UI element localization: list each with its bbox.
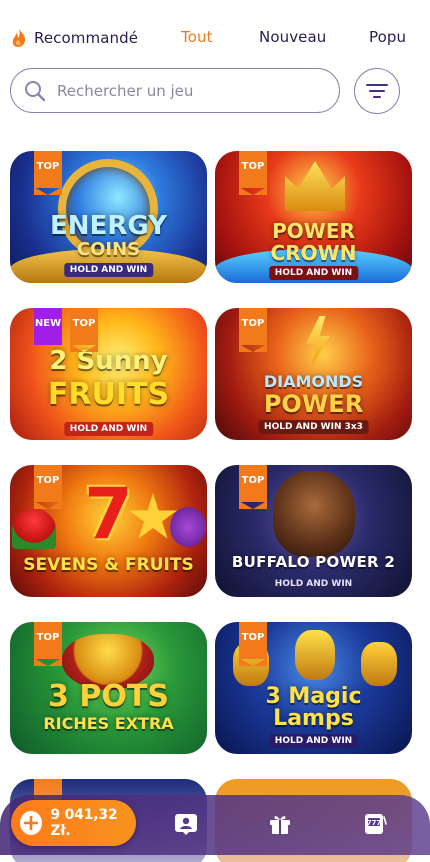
game-title-line2: CROWN [270,241,357,265]
game-subtitle: HOLD AND WIN 3x3 [258,420,369,434]
game-card-power-crown[interactable]: POWER CROWN HOLD AND WIN TOP [215,151,412,283]
watermelon-shape [12,509,56,549]
game-title-line1: 2 Sunny [49,346,168,376]
badge-top: TOP [70,308,98,352]
game-title-line2: FRUITS [47,377,170,412]
game-title-line1: POWER [272,219,355,243]
tab-nouveau[interactable]: Nouveau [259,28,326,46]
badge-new: NEW [34,308,62,345]
tab-popular[interactable]: Popu [369,28,406,46]
category-tabs: Recommandé Tout Nouveau Popu [0,0,430,68]
game-title-line1: 3 Magic [265,684,362,709]
game-title-line1: 3 POTS [48,679,169,714]
badge-top: TOP [239,308,267,352]
gift-icon[interactable] [266,810,294,838]
badge-top: TOP [34,465,62,509]
flame-icon [12,29,26,47]
tab-recommande-label: Recommandé [34,29,139,47]
search-input[interactable] [57,81,317,100]
game-title-line1: BUFFALO POWER 2 [231,553,396,571]
buffalo-shape [273,471,355,557]
profile-icon[interactable] [172,810,200,838]
badge-top: TOP [34,151,62,195]
game-card-diamonds-power[interactable]: DIAMONDS POWER HOLD AND WIN 3x3 TOP [215,308,412,440]
game-title-line2: RICHES EXTRA [43,714,174,733]
game-title-line2: POWER [263,390,364,418]
search-icon [25,80,46,101]
tab-tout[interactable]: Tout [181,28,213,46]
badge-top: TOP [239,622,267,666]
lamp-right [361,642,397,686]
search-box[interactable] [10,68,340,113]
game-subtitle: HOLD AND WIN [63,263,154,277]
game-title-line2: Lamps [273,706,354,731]
game-card-buffalo-power-2[interactable]: BUFFALO POWER 2 HOLD AND WIN TOP [215,465,412,597]
badge-top: TOP [34,622,62,666]
slots-icon[interactable]: 777 [360,810,388,838]
game-subtitle: HOLD AND WIN [274,579,353,589]
game-title-line2: SEVENS & FRUITS [23,555,194,575]
svg-text:777: 777 [367,819,382,827]
deposit-balance-button[interactable]: 9 041,32 Zł. [11,800,136,846]
tab-recommande[interactable]: Recommandé [10,28,138,48]
game-subtitle: HOLD AND WIN [268,734,359,748]
game-title-line1: DIAMONDS [263,372,364,391]
grapes-shape [170,507,206,547]
game-title-line1: ENERGY [50,211,167,241]
game-title-line2: COINS [76,239,141,260]
plus-icon [20,811,43,835]
filter-button[interactable] [354,68,400,114]
filter-icon [366,84,388,98]
game-card-3-pots-riches[interactable]: 3 POTS RICHES EXTRA TOP [10,622,207,754]
game-card-sunny-fruits[interactable]: 2 Sunny FRUITS HOLD AND WIN NEW TOP [10,308,207,440]
badge-top: TOP [239,151,267,195]
game-card-energy-coins[interactable]: ENERGY COINS HOLD AND WIN TOP [10,151,207,283]
game-card-sevens-fruits[interactable]: 7 SEVENS & FRUITS TOP [10,465,207,597]
lamp-center [295,630,335,680]
game-subtitle: HOLD AND WIN [63,422,154,436]
game-card-3-magic-lamps[interactable]: 3 Magic Lamps HOLD AND WIN TOP [215,622,412,754]
game-subtitle: HOLD AND WIN [268,266,359,280]
balance-amount: 9 041,32 Zł. [50,807,118,839]
badge-top: TOP [239,465,267,509]
